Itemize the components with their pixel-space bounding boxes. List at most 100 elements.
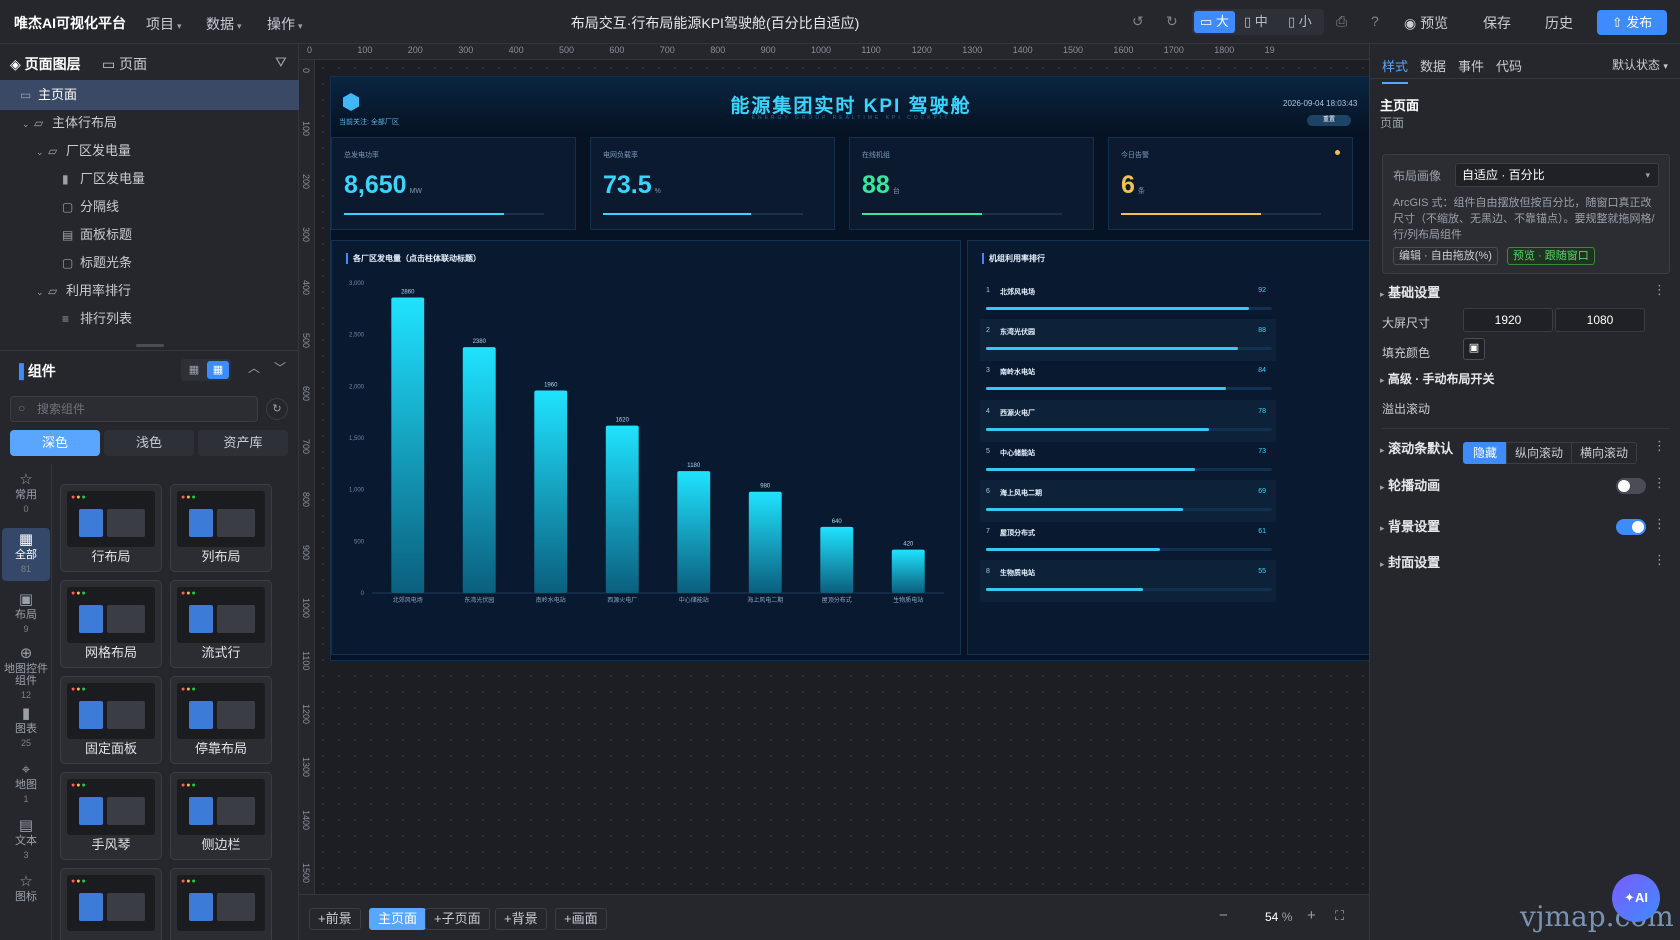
device-medium-button[interactable]: ▯ 中	[1238, 11, 1274, 33]
bar[interactable]	[748, 491, 782, 593]
ranking-row[interactable]: 2 东湾光伏园 88	[980, 319, 1276, 362]
save-button[interactable]: 保存	[1483, 13, 1511, 33]
tree-item[interactable]: ▭ 主页面	[0, 80, 299, 110]
component-card[interactable]: ●●● 固定面板	[60, 676, 162, 764]
more-icon[interactable]: ⋮	[1653, 516, 1666, 532]
zoom-in-icon[interactable]: +	[1307, 907, 1316, 924]
ai-assistant-button[interactable]: ✦AI	[1612, 874, 1660, 922]
publish-button[interactable]: ⇧ 发布	[1597, 10, 1667, 35]
category-7[interactable]: ☆ 图标	[2, 870, 50, 911]
device-small-button[interactable]: ▯ 小	[1282, 11, 1318, 33]
component-card[interactable]: ●●●	[170, 868, 272, 940]
add-subpage-button[interactable]: +子页面	[425, 908, 490, 930]
chevron-down-icon[interactable]: ⌄	[36, 277, 48, 307]
preview-button[interactable]: ◉ 预览	[1404, 13, 1448, 33]
redo-icon[interactable]: ↻	[1166, 13, 1178, 30]
theme-tab-light[interactable]: 浅色	[104, 430, 194, 456]
ranking-row[interactable]: 3 南岭水电站 84	[980, 359, 1276, 401]
component-card[interactable]: ●●● 手风琴	[60, 772, 162, 860]
component-card[interactable]: ●●● 侧边栏	[170, 772, 272, 860]
tree-item[interactable]: ▢ 分隔线	[0, 192, 299, 222]
undo-icon[interactable]: ↺	[1132, 13, 1144, 30]
tree-item[interactable]: ⌄ ▱ 利用率排行	[0, 276, 299, 306]
filter-icon[interactable]: ⛛	[275, 54, 287, 71]
device-large-button[interactable]: ▭ 大	[1194, 11, 1235, 33]
category-6[interactable]: ▤ 文本 3	[2, 814, 50, 867]
height-input[interactable]: 1080	[1555, 308, 1645, 332]
ranking-row[interactable]: 8 生物质电站 55	[980, 560, 1276, 603]
tab-style[interactable]: 样式	[1382, 56, 1409, 84]
ranking-row[interactable]: 7 屋顶分布式 61	[980, 520, 1276, 562]
section-cover[interactable]: ▸ 封面设置 ⋮	[1380, 552, 1670, 576]
tree-item[interactable]: ⌄ ▱ 主体行布局	[0, 108, 299, 138]
tree-item[interactable]: ▢ 标题光条	[0, 248, 299, 278]
section-basic[interactable]: ▸ 基础设置 ⋮	[1380, 282, 1670, 306]
grid-small-view-icon[interactable]: ▦	[183, 361, 205, 379]
chevron-down-icon[interactable]: ﹀	[274, 359, 286, 376]
more-icon[interactable]: ⋮	[1653, 438, 1666, 454]
background-toggle[interactable]	[1616, 519, 1646, 535]
reset-button[interactable]: 重置	[1307, 115, 1351, 126]
zoom-out-icon[interactable]: −	[1219, 907, 1228, 924]
panel-resize-handle[interactable]	[136, 344, 164, 347]
add-foreground-button[interactable]: +前景	[309, 908, 361, 930]
tree-item[interactable]: ≡ 排行列表	[0, 304, 299, 334]
tree-item[interactable]: ⌄ ▱ 厂区发电量	[0, 136, 299, 166]
ranking-row[interactable]: 6 海上风电二期 69	[980, 480, 1276, 522]
ranking-row[interactable]: 1 北郊风电场 92	[980, 279, 1276, 321]
component-card[interactable]: ●●● 停靠布局	[170, 676, 272, 764]
bar[interactable]	[820, 526, 854, 593]
dashboard-screen[interactable]: 能源集团实时 KPI 驾驶舱 ENERGY GROUP REALTIME KPI…	[330, 76, 1371, 661]
bar[interactable]	[891, 549, 925, 593]
bar[interactable]	[677, 471, 711, 593]
ranking-row[interactable]: 4 西源火电厂 78	[980, 399, 1276, 442]
component-card[interactable]: ●●● 网格布局	[60, 580, 162, 668]
screenshot-icon[interactable]: ⎙	[1336, 13, 1347, 30]
grid-large-view-icon[interactable]: ▦	[207, 361, 229, 379]
category-2[interactable]: ▣ 布局 9	[2, 588, 50, 641]
kpi-card[interactable]: 在线机组 88 台	[849, 137, 1094, 230]
kpi-card[interactable]: 今日告警 6 条	[1108, 137, 1353, 230]
chip-preview-mode[interactable]: 预览 · 跟随窗口	[1507, 247, 1595, 265]
width-input[interactable]: 1920	[1463, 308, 1553, 332]
tab-pages[interactable]: ▭ 页面	[102, 54, 147, 74]
component-card[interactable]: ●●● 列布局	[170, 484, 272, 572]
component-card[interactable]: ●●●	[60, 868, 162, 940]
add-background-button[interactable]: +背景	[495, 908, 547, 930]
fill-color-picker[interactable]: ▣	[1463, 338, 1485, 360]
help-icon[interactable]: ?	[1371, 13, 1379, 29]
kpi-card[interactable]: 电网负载率 73.5%	[590, 137, 835, 230]
chevron-up-icon[interactable]: ︿	[248, 359, 260, 376]
component-card[interactable]: ●●● 行布局	[60, 484, 162, 572]
tab-data[interactable]: 数据	[1420, 56, 1446, 75]
bar-chart[interactable]: 0 500 1,000 1,500 2,000 2,500 3,000 2860 北郊风电场 23…	[332, 241, 962, 656]
bar[interactable]	[534, 390, 568, 593]
tab-page-layers[interactable]: ◈ 页面图层	[10, 54, 81, 74]
layout-select[interactable]: 自适应 · 百分比 ▾	[1455, 163, 1659, 187]
more-icon[interactable]: ⋮	[1653, 552, 1666, 568]
more-icon[interactable]: ⋮	[1653, 475, 1666, 491]
bar[interactable]	[462, 347, 496, 593]
bar[interactable]	[605, 425, 639, 593]
refresh-icon[interactable]: ↻	[266, 398, 288, 420]
more-icon[interactable]: ⋮	[1653, 282, 1666, 298]
fullscreen-icon[interactable]: ⛶	[1335, 908, 1344, 924]
bar[interactable]	[391, 297, 425, 593]
tree-item[interactable]: ▮ 厂区发电量	[0, 164, 299, 194]
section-scrollbar[interactable]: ▸ 滚动条默认 ⋮	[1380, 438, 1670, 462]
ranking-row[interactable]: 5 中心储能站 73	[980, 440, 1276, 482]
category-0[interactable]: ☆ 常用 0	[2, 468, 50, 521]
main-page-button[interactable]: 主页面	[369, 908, 427, 930]
kpi-card[interactable]: 总发电功率 8,650 MW	[331, 137, 576, 230]
category-1[interactable]: ▦ 全部 81	[2, 528, 50, 581]
theme-tab-dark[interactable]: 深色	[10, 430, 100, 456]
chevron-down-icon[interactable]: ⌄	[36, 137, 48, 167]
section-advanced[interactable]: ▸ 高级 · 手动布局开关	[1380, 370, 1670, 394]
theme-tab-assets[interactable]: 资产库	[198, 430, 288, 456]
history-button[interactable]: 历史	[1545, 13, 1573, 33]
category-5[interactable]: ⌖ 地图 1	[2, 758, 50, 811]
component-search-input[interactable]: 搜索组件	[10, 396, 258, 422]
chevron-down-icon[interactable]: ⌄	[22, 109, 34, 139]
category-4[interactable]: ▮ 图表 25	[2, 702, 50, 755]
add-scene-button[interactable]: +画面	[555, 908, 607, 930]
